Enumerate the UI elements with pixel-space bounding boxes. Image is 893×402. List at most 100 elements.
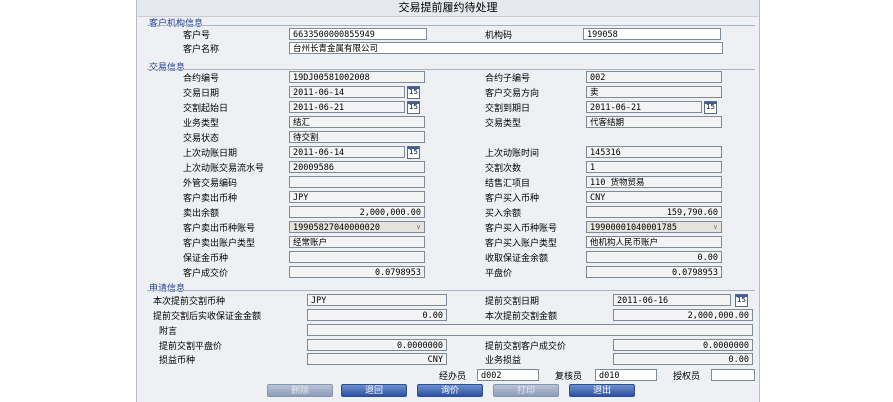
section-divider <box>147 25 755 26</box>
margin-bal-label: 收取保证金余额 <box>485 254 549 264</box>
margin-after-field[interactable]: 0.00 <box>307 309 447 321</box>
sell-acct-value: 19905827040000020 <box>293 223 380 233</box>
early-cust-label: 提前交割客户成交价 <box>485 342 567 352</box>
handler-label: 经办员 <box>439 372 467 382</box>
calendar-icon[interactable]: 15 <box>407 86 420 99</box>
buy-bal-field[interactable]: 159,790.60 <box>586 206 722 218</box>
buy-ccy-label: 客户买入币种 <box>485 194 540 204</box>
biz-type-field[interactable]: 结汇 <box>289 116 425 128</box>
buy-acct-type-field[interactable]: 他机构人民币账户 <box>586 236 722 248</box>
cust-name-label: 客户名称 <box>183 45 220 55</box>
trade-date-label: 交易日期 <box>183 89 220 99</box>
start-date-label: 交割起始日 <box>183 104 229 114</box>
auth-label: 授权员 <box>673 372 701 382</box>
chevron-down-icon[interactable]: ∨ <box>711 222 720 232</box>
end-date-label: 交割到期日 <box>485 104 531 114</box>
handler-field[interactable]: d002 <box>477 369 539 381</box>
close-rate-label: 平盘价 <box>485 269 513 279</box>
sell-ccy-field[interactable]: JPY <box>289 191 425 203</box>
fx-code-field[interactable] <box>289 176 425 188</box>
margin-after-label: 提前交割后实收保证金金额 <box>153 312 262 322</box>
last-date-field[interactable]: 2011-06-14 <box>289 146 405 158</box>
contract-no-field[interactable]: 19DJ00581002008 <box>289 71 425 83</box>
early-ccy-field[interactable]: JPY <box>307 294 447 306</box>
sub-no-field[interactable]: 002 <box>586 71 722 83</box>
sell-acct-type-label: 客户卖出账户类型 <box>183 239 256 249</box>
section-divider <box>147 69 755 70</box>
status-label: 交易状态 <box>183 134 220 144</box>
last-date-label: 上次动账日期 <box>183 149 238 159</box>
cust-no-label: 客户号 <box>183 31 211 41</box>
close-rate-field[interactable]: 0.0798953 <box>586 266 722 278</box>
sell-acct-select[interactable]: 19905827040000020 ∨ <box>289 221 425 233</box>
last-time-field[interactable]: 145316 <box>586 146 722 158</box>
early-amt-label: 本次提前交割金额 <box>485 312 558 322</box>
last-time-label: 上次动账时间 <box>485 149 540 159</box>
buy-acct-label: 客户买入币种账号 <box>485 224 558 234</box>
window: 交易提前履约待处理 客户机构信息 客户号 6633500000855949 机构… <box>136 0 760 402</box>
section-trade: 交易信息 <box>149 63 186 73</box>
margin-ccy-field[interactable] <box>289 251 425 263</box>
section-application: 申请信息 <box>149 284 186 294</box>
auth-field[interactable] <box>711 369 755 381</box>
sell-acct-type-field[interactable]: 经常账户 <box>289 236 425 248</box>
status-field[interactable]: 待交割 <box>289 131 425 143</box>
buy-acct-select[interactable]: 19900001040001785 ∨ <box>586 221 722 233</box>
sell-bal-field[interactable]: 2,000,000.00 <box>289 206 425 218</box>
buy-ccy-field[interactable]: CNY <box>586 191 722 203</box>
fx-code-label: 外管交易编码 <box>183 179 238 189</box>
early-close-label: 提前交割平盘价 <box>159 342 223 352</box>
buy-acct-type-label: 客户买入账户类型 <box>485 239 558 249</box>
early-ccy-label: 本次提前交割币种 <box>153 297 226 307</box>
last-seq-label: 上次动账交易流水号 <box>183 164 265 174</box>
early-date-label: 提前交割日期 <box>485 297 540 307</box>
trade-date-field[interactable]: 2011-06-14 <box>289 86 405 98</box>
checker-field[interactable]: d010 <box>595 369 657 381</box>
direction-field[interactable]: 卖 <box>586 86 722 98</box>
start-date-field[interactable]: 2011-06-21 <box>289 101 405 113</box>
section-customer-org: 客户机构信息 <box>149 19 204 29</box>
last-seq-field[interactable]: 20009586 <box>289 161 425 173</box>
remark-field[interactable] <box>307 324 753 336</box>
cust-name-field[interactable]: 台州长青金属有限公司 <box>289 42 723 54</box>
count-field[interactable]: 1 <box>586 161 722 173</box>
early-date-field[interactable]: 2011-06-16 <box>613 294 731 306</box>
calendar-icon[interactable]: 15 <box>735 294 748 307</box>
checker-label: 复核员 <box>555 372 583 382</box>
calendar-icon[interactable]: 15 <box>704 101 717 114</box>
remark-label: 附言 <box>159 327 178 337</box>
direction-label: 客户交易方向 <box>485 89 540 99</box>
pl-ccy-field[interactable]: CNY <box>307 353 447 365</box>
cust-rate-field[interactable]: 0.0798953 <box>289 266 425 278</box>
delete-button[interactable]: 删除 <box>267 384 333 397</box>
pl-ccy-label: 损益币种 <box>159 356 196 366</box>
back-button[interactable]: 退回 <box>341 384 407 397</box>
early-amt-field[interactable]: 2,000,000.00 <box>613 309 753 321</box>
calendar-icon[interactable]: 15 <box>407 101 420 114</box>
end-date-field[interactable]: 2011-06-21 <box>586 101 702 113</box>
cust-no-field[interactable]: 6633500000855949 <box>289 28 427 40</box>
calendar-icon[interactable]: 15 <box>407 146 420 159</box>
early-cust-field[interactable]: 0.0000000 <box>613 339 753 351</box>
sell-acct-label: 客户卖出币种账号 <box>183 224 256 234</box>
margin-bal-field[interactable]: 0.00 <box>586 251 722 263</box>
trade-type-label: 交易类型 <box>485 119 522 129</box>
print-button[interactable]: 打印 <box>493 384 559 397</box>
biz-type-label: 业务类型 <box>183 119 220 129</box>
sell-bal-label: 卖出余额 <box>183 209 220 219</box>
item-label: 结售汇项目 <box>485 179 531 189</box>
exit-button[interactable]: 退出 <box>569 384 635 397</box>
pl-field[interactable]: 0.00 <box>613 353 753 365</box>
margin-ccy-label: 保证金币种 <box>183 254 229 264</box>
sub-no-label: 合约子编号 <box>485 74 531 84</box>
query-button[interactable]: 询价 <box>417 384 483 397</box>
org-field[interactable]: 199058 <box>583 28 721 40</box>
chevron-down-icon[interactable]: ∨ <box>414 222 423 232</box>
item-field[interactable]: 110 货物贸易 <box>586 176 722 188</box>
early-close-field[interactable]: 0.0000000 <box>307 339 447 351</box>
trade-type-field[interactable]: 代客结期 <box>586 116 722 128</box>
window-title: 交易提前履约待处理 <box>137 0 759 17</box>
buy-bal-label: 买入余额 <box>485 209 522 219</box>
sell-ccy-label: 客户卖出币种 <box>183 194 238 204</box>
org-label: 机构码 <box>485 31 513 41</box>
